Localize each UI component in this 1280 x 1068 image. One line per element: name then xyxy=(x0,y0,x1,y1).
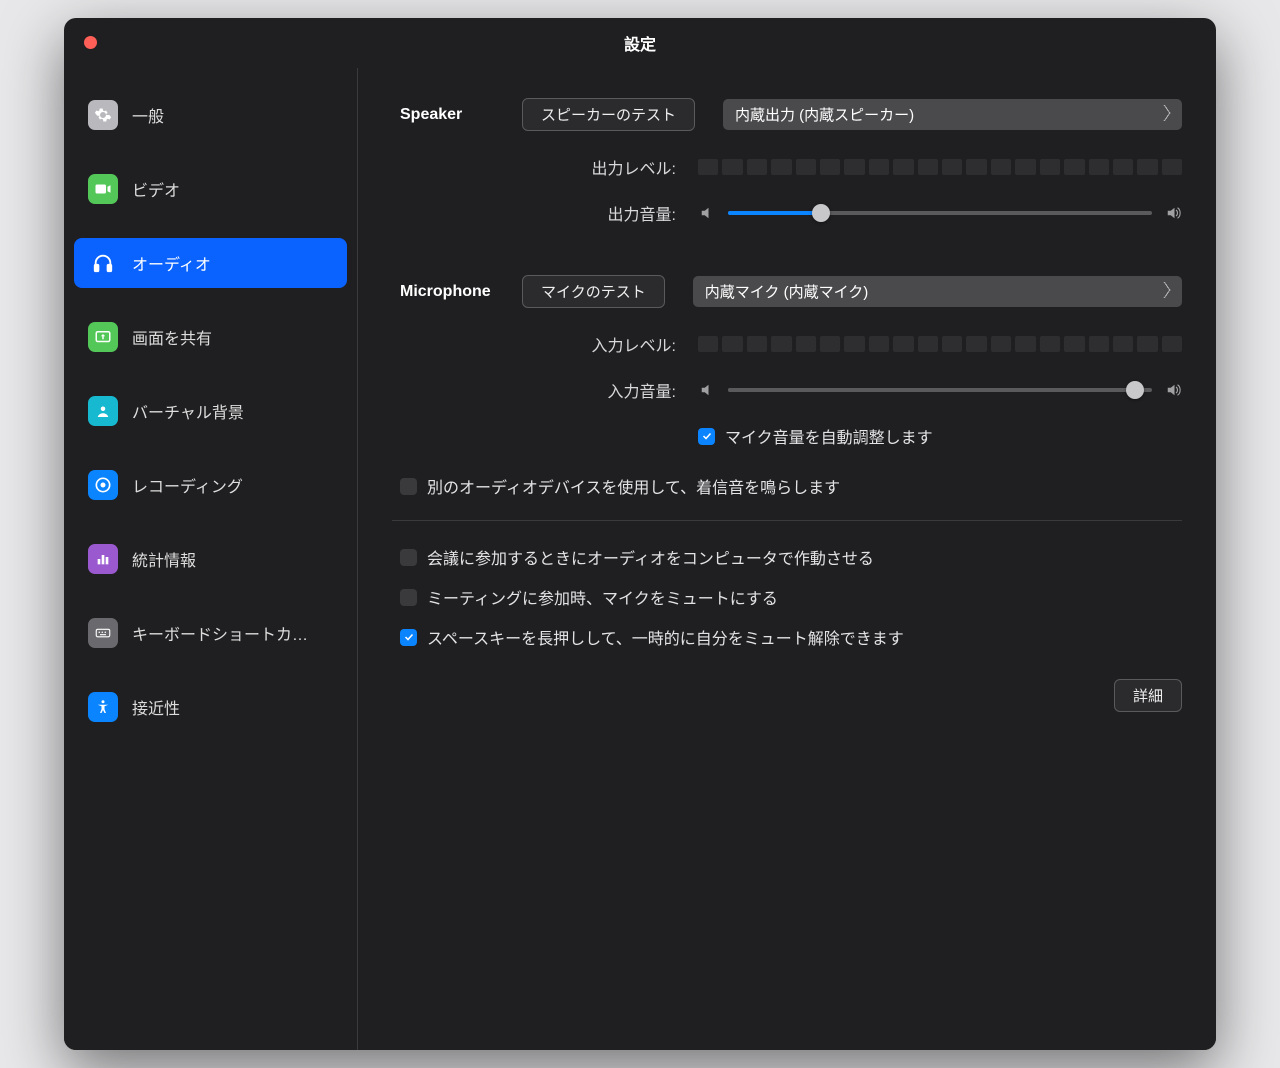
output-level-label: 出力レベル: xyxy=(392,155,698,179)
recording-icon xyxy=(88,470,118,500)
traffic-lights xyxy=(84,36,97,49)
auto-adjust-mic-checkbox[interactable]: マイク音量を自動調整します xyxy=(698,424,933,448)
close-button[interactable] xyxy=(84,36,97,49)
keyboard-icon xyxy=(88,618,118,648)
test-microphone-button[interactable]: マイクのテスト xyxy=(522,275,665,308)
input-volume-thumb[interactable] xyxy=(1126,381,1144,399)
sidebar-item-label: オーディオ xyxy=(132,251,211,275)
volume-high-icon xyxy=(1164,381,1182,399)
sidebar-item-label: キーボードショートカ… xyxy=(132,621,308,645)
sidebar-item-share-screen[interactable]: 画面を共有 xyxy=(74,312,347,362)
microphone-device-value: 内蔵マイク (内蔵マイク) xyxy=(705,284,869,301)
sidebar-item-label: ビデオ xyxy=(132,177,180,201)
microphone-section: Microphone マイクのテスト 内蔵マイク (内蔵マイク) 入力レベル: xyxy=(392,275,1182,448)
divider xyxy=(392,520,1182,521)
sidebar-item-label: 接近性 xyxy=(132,695,180,719)
input-volume-label: 入力音量: xyxy=(392,378,698,402)
input-volume-slider[interactable] xyxy=(728,382,1152,398)
sidebar-item-video[interactable]: ビデオ xyxy=(74,164,347,214)
statistics-icon xyxy=(88,544,118,574)
sidebar-item-audio[interactable]: オーディオ xyxy=(74,238,347,288)
output-volume-thumb[interactable] xyxy=(812,204,830,222)
speaker-section: Speaker スピーカーのテスト 内蔵出力 (内蔵スピーカー) 出力レベル: xyxy=(392,98,1182,225)
microphone-heading: Microphone xyxy=(392,283,522,301)
output-volume-fill xyxy=(728,211,821,215)
sidebar-item-label: レコーディング xyxy=(132,473,243,497)
video-icon xyxy=(88,174,118,204)
auto-join-audio-label: 会議に参加するときにオーディオをコンピュータで作動させる xyxy=(427,545,874,569)
sidebar: 一般 ビデオ オーディオ 画面を共有 xyxy=(64,68,358,1050)
checkbox-icon xyxy=(400,629,417,646)
checkbox-icon xyxy=(400,589,417,606)
sidebar-item-label: 一般 xyxy=(132,103,164,127)
speaker-device-select[interactable]: 内蔵出力 (内蔵スピーカー) xyxy=(723,99,1182,130)
mute-on-join-checkbox[interactable]: ミーティングに参加時、マイクをミュートにする xyxy=(400,585,1182,609)
volume-high-icon xyxy=(1164,204,1182,222)
input-level-label: 入力レベル: xyxy=(392,332,698,356)
titlebar: 設定 xyxy=(64,18,1216,68)
checkbox-icon xyxy=(698,428,715,445)
microphone-device-select[interactable]: 内蔵マイク (内蔵マイク) xyxy=(693,276,1182,307)
settings-window: 設定 一般 ビデオ オーディオ xyxy=(64,18,1216,1050)
volume-low-icon xyxy=(698,204,716,222)
output-volume-label: 出力音量: xyxy=(392,201,698,225)
sidebar-item-statistics[interactable]: 統計情報 xyxy=(74,534,347,584)
sidebar-item-virtual-background[interactable]: バーチャル背景 xyxy=(74,386,347,436)
sidebar-item-label: 画面を共有 xyxy=(132,325,212,349)
share-screen-icon xyxy=(88,322,118,352)
sidebar-item-label: 統計情報 xyxy=(132,547,196,571)
volume-low-icon xyxy=(698,381,716,399)
speaker-heading: Speaker xyxy=(392,106,522,124)
gear-icon xyxy=(88,100,118,130)
accessibility-icon xyxy=(88,692,118,722)
output-volume-slider[interactable] xyxy=(728,205,1152,221)
virtual-background-icon xyxy=(88,396,118,426)
advanced-button[interactable]: 詳細 xyxy=(1114,679,1182,712)
space-unmute-checkbox[interactable]: スペースキーを長押しして、一時的に自分をミュート解除できます xyxy=(400,625,1182,649)
headphones-icon xyxy=(88,248,118,278)
speaker-device-value: 内蔵出力 (内蔵スピーカー) xyxy=(735,107,914,124)
separate-ring-device-checkbox[interactable]: 別のオーディオデバイスを使用して、着信音を鳴らします xyxy=(400,474,1182,498)
space-unmute-label: スペースキーを長押しして、一時的に自分をミュート解除できます xyxy=(427,625,904,649)
output-level-meter xyxy=(698,159,1182,175)
sidebar-item-keyboard-shortcuts[interactable]: キーボードショートカ… xyxy=(74,608,347,658)
separate-ring-device-label: 別のオーディオデバイスを使用して、着信音を鳴らします xyxy=(427,474,840,498)
sidebar-item-general[interactable]: 一般 xyxy=(74,90,347,140)
input-volume-fill xyxy=(728,388,1135,392)
checkbox-icon xyxy=(400,478,417,495)
input-level-meter xyxy=(698,336,1182,352)
sidebar-item-recording[interactable]: レコーディング xyxy=(74,460,347,510)
window-title: 設定 xyxy=(624,31,656,55)
mute-on-join-label: ミーティングに参加時、マイクをミュートにする xyxy=(427,585,778,609)
sidebar-item-accessibility[interactable]: 接近性 xyxy=(74,682,347,732)
auto-adjust-mic-label: マイク音量を自動調整します xyxy=(725,424,933,448)
sidebar-item-label: バーチャル背景 xyxy=(132,399,244,423)
main-panel: Speaker スピーカーのテスト 内蔵出力 (内蔵スピーカー) 出力レベル: xyxy=(358,68,1216,1050)
test-speaker-button[interactable]: スピーカーのテスト xyxy=(522,98,695,131)
auto-join-audio-checkbox[interactable]: 会議に参加するときにオーディオをコンピュータで作動させる xyxy=(400,545,1182,569)
checkbox-icon xyxy=(400,549,417,566)
